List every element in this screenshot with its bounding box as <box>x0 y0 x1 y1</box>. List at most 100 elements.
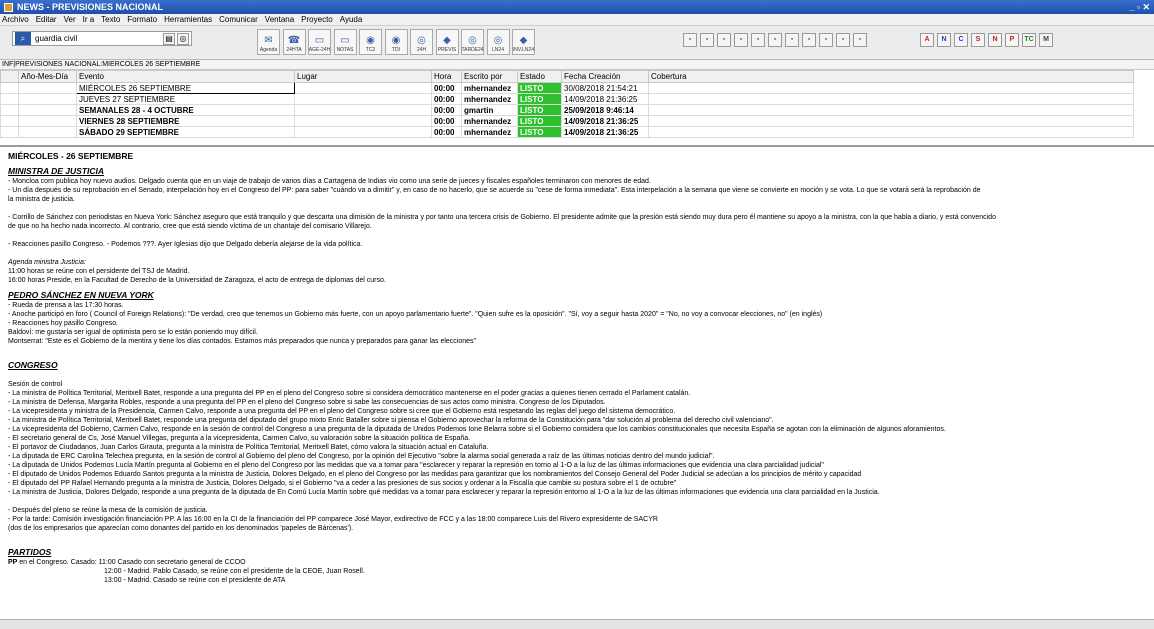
menu-item[interactable]: Archivo <box>2 14 29 25</box>
grid-header-creacion[interactable]: Fecha Creación <box>561 70 649 83</box>
document-path: INF|PREVISIONES NACIONAL:MIERCOLES 26 SE… <box>0 60 1154 70</box>
justicia-paragraph-2: - Corrillo de Sánchez con periodistas en… <box>8 213 1152 231</box>
table-row[interactable]: SÁBADO 29 SEPTIEMBRE 00:00 mhernandez LISTO… <box>0 126 1134 138</box>
cell-fecha <box>18 115 77 127</box>
text-line: - El secretario general de Cs, José Manu… <box>8 435 471 442</box>
table-row[interactable]: MIÉRCOLES 26 SEPTIEMBRE 00:00 mhernandez LI… <box>0 82 1134 94</box>
save-icon[interactable]: ▫ <box>768 33 782 47</box>
menu-item[interactable]: Ver <box>64 14 76 25</box>
tdi-button[interactable]: ◉ TDI <box>384 29 408 55</box>
grid-header-evento[interactable]: Evento <box>76 70 295 83</box>
menu-item[interactable]: Ayuda <box>340 14 363 25</box>
partidos-first-line: PP en el Congreso. Casado: 11:00 Casado … <box>8 558 1152 567</box>
chart-icon[interactable]: ▫ <box>751 33 765 47</box>
cell-autor: mhernandez <box>461 82 518 94</box>
text-line: - Moncloa com publica hoy nuevo audios. … <box>8 178 651 185</box>
cell-hora: 00:00 <box>431 82 462 94</box>
ln24-icon: ◎ <box>493 35 503 46</box>
format-button-4[interactable]: N <box>988 33 1002 47</box>
text-line: - La ministra de Política Territorial, M… <box>8 417 774 424</box>
text-line: 16:00 horas Preside, en la Facultad de D… <box>8 277 386 284</box>
cell-creacion: 14/09/2018 21:36:25 <box>561 93 649 105</box>
cell-evento: VIERNES 28 SEPTIEMBRE <box>76 115 295 127</box>
circle-icon[interactable]: ▫ <box>853 33 867 47</box>
grid-header-estado[interactable]: Estado <box>517 70 562 83</box>
toolbar-button-label: AGE-24H <box>308 47 331 53</box>
menu-item[interactable]: Comunicar <box>219 14 258 25</box>
tc2-button[interactable]: ◉ TC2 <box>359 29 382 55</box>
toolbar-button-label: TARDE24 <box>461 47 484 53</box>
inv-ln24-icon: ◆ <box>519 35 528 46</box>
agenda-button[interactable]: ✉ Agenda <box>257 29 280 55</box>
events-table: Año-Mes-Día Evento Lugar Hora Escrito po… <box>0 70 1134 138</box>
previs-icon: ◆ <box>443 35 451 46</box>
format-button-5[interactable]: P <box>1005 33 1019 47</box>
toolbar: ⌕ ▤ ◎ ✉Agenda☎24HTA▭AGE-24H▭NOTAS◉TC2◉TD… <box>0 26 1154 60</box>
menu-item[interactable]: Ir a <box>83 14 95 25</box>
copy-icon[interactable]: ▫ <box>734 33 748 47</box>
table-icon[interactable]: ▫ <box>700 33 714 47</box>
24h-icon: ◎ <box>417 35 426 46</box>
text-line: - La vicepresidenta del Gobierno, Carmen… <box>8 426 946 433</box>
age-24h-icon: ▭ <box>314 35 325 46</box>
window-title: NEWS - PREVISIONES NACIONAL <box>17 2 164 12</box>
notas-button[interactable]: ▭ NOTAS <box>333 29 357 55</box>
highlight-icon[interactable]: ▫ <box>802 33 816 47</box>
menu-item[interactable]: Editar <box>36 14 57 25</box>
search-icon[interactable]: ⌕ <box>15 32 31 45</box>
cell-cobertura <box>648 126 1134 138</box>
ln24-button[interactable]: ◎ LN24 <box>486 29 510 55</box>
grid-header-autor[interactable]: Escrito por <box>461 70 518 83</box>
tarde24-button[interactable]: ◎ TARDE24 <box>461 29 484 55</box>
cell-cobertura <box>648 93 1134 105</box>
blank-icon[interactable]: ▫ <box>819 33 833 47</box>
document-body[interactable]: MIÉRCOLES - 26 SEPTIEMBRE MINISTRA DE JU… <box>8 150 1152 619</box>
agenda-title: Agenda ministra Justicia: <box>8 259 86 266</box>
text-line: - Un día después de su reprobación en el… <box>8 187 981 194</box>
congreso-list: - La ministra de Política Territorial, M… <box>8 389 1152 497</box>
age-24h-button[interactable]: ▭ AGE-24H <box>308 29 331 55</box>
format-button-0[interactable]: A <box>920 33 934 47</box>
blank-icon[interactable]: ▫ <box>836 33 850 47</box>
filter-icon[interactable]: ▤ <box>163 32 175 45</box>
page-icon[interactable]: ▫ <box>717 33 731 47</box>
print-icon[interactable]: ▫ <box>785 33 799 47</box>
grid-header-lugar[interactable]: Lugar <box>294 70 432 83</box>
grid-header-hora[interactable]: Hora <box>431 70 462 83</box>
grid-icon[interactable]: ▫ <box>683 33 697 47</box>
24hta-button[interactable]: ☎ 24HTA <box>282 29 306 55</box>
cell-creacion: 14/09/2018 21:36:25 <box>561 126 649 138</box>
text-line: - Corrillo de Sánchez con periodistas en… <box>8 214 996 221</box>
format-button-3[interactable]: S <box>971 33 985 47</box>
text-line: - El diputado del PP Rafael Hernando pre… <box>8 480 677 487</box>
previs-button[interactable]: ◆ PREVIS <box>435 29 459 55</box>
window-controls[interactable]: _ ▫ ✕ <box>1129 0 1150 14</box>
menu-item[interactable]: Ventana <box>265 14 294 25</box>
format-button-6[interactable]: TC <box>1022 33 1036 47</box>
cell-autor: mhernandez <box>461 115 518 127</box>
search-box: ⌕ ▤ ◎ <box>12 31 192 46</box>
menu-item[interactable]: Texto <box>101 14 120 25</box>
grid-header-cobertura[interactable]: Cobertura <box>648 70 1134 83</box>
events-grid: Año-Mes-Día Evento Lugar Hora Escrito po… <box>0 70 1154 147</box>
text-line: Baldoví: me gustaría ser igual de optimi… <box>8 329 258 336</box>
format-button-2[interactable]: C <box>954 33 968 47</box>
table-row[interactable]: VIERNES 28 SEPTIEMBRE 00:00 mhernandez LIST… <box>0 115 1134 127</box>
menu-item[interactable]: Formato <box>127 14 157 25</box>
menu-item[interactable]: Proyecto <box>301 14 333 25</box>
grid-header-fecha[interactable]: Año-Mes-Día <box>18 70 77 83</box>
search-input[interactable] <box>33 32 153 45</box>
format-button-1[interactable]: N <box>937 33 951 47</box>
table-row[interactable]: JUEVES 27 SEPTIEMBRE 00:00 mhernandez LISTO… <box>0 93 1134 105</box>
24h-button[interactable]: ◎ 24H <box>410 29 433 55</box>
format-button-7[interactable]: M <box>1039 33 1053 47</box>
menu-item[interactable]: Herramientas <box>164 14 212 25</box>
inv-ln24-button[interactable]: ◆ INV.LN24 <box>512 29 535 55</box>
text-line: - La ministra de Defensa, Margarita Robl… <box>8 399 606 406</box>
window-titlebar[interactable]: NEWS - PREVISIONES NACIONAL _ ▫ ✕ <box>0 0 1154 14</box>
text-line: en el Congreso. Casado: 11:00 Casado con… <box>17 559 246 566</box>
table-row[interactable]: SEMANALES 28 - 4 OCTUBRE 00:00 gmartin LIST… <box>0 104 1134 116</box>
binoculars-icon[interactable]: ◎ <box>177 32 189 45</box>
toolbar-button-label: TDI <box>391 47 401 53</box>
cell-evento: MIÉRCOLES 26 SEPTIEMBRE <box>76 82 295 94</box>
